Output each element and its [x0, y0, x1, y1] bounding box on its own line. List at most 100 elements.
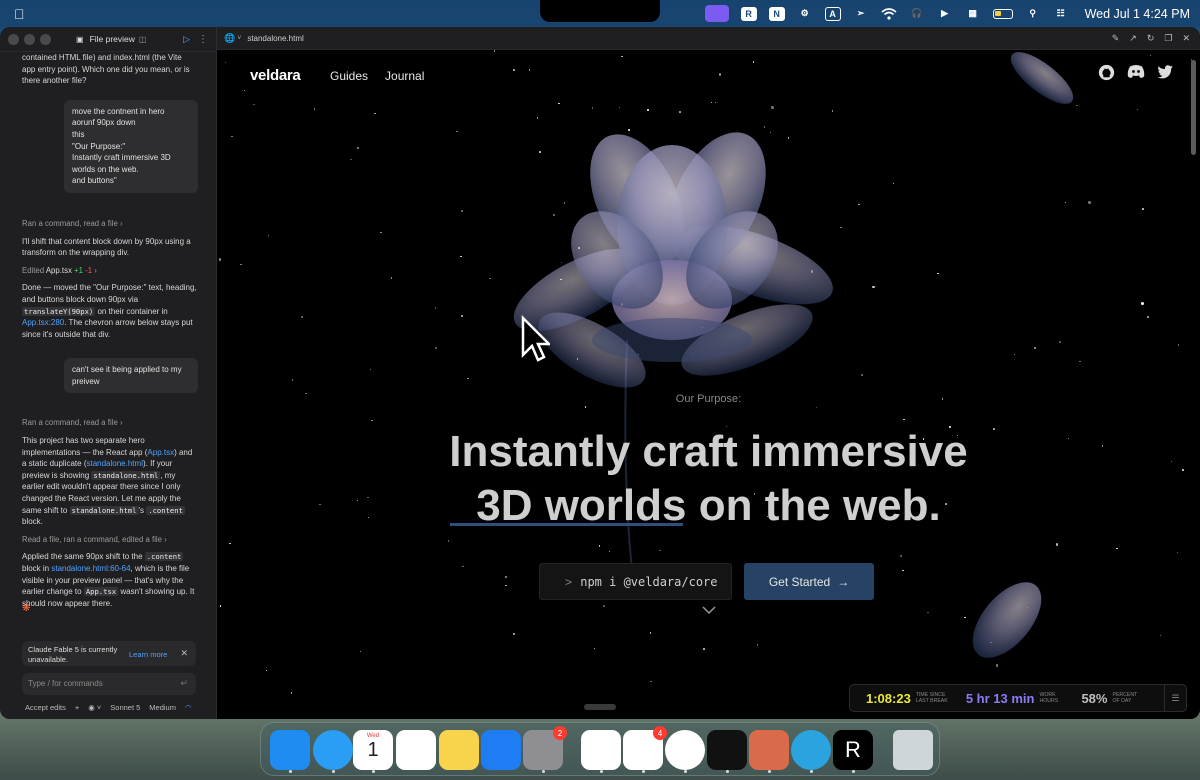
spinner-asterisk-icon: ❋ [22, 603, 31, 614]
menu-bar-clock[interactable]: Wed Jul 1 4:24 PM [1085, 7, 1190, 21]
assistant-message: Done — moved the "Our Purpose:" text, he… [22, 283, 197, 339]
add-button[interactable]: + [75, 703, 79, 712]
command-input[interactable]: Type / for commands ↵ [22, 673, 196, 695]
dock: Wed 1 2 4 R [260, 722, 940, 776]
hero-heading-line-1: Instantly craft immersive [449, 427, 968, 476]
close-icon[interactable]: ✕ [1182, 33, 1190, 44]
duplicate-icon[interactable]: ❐ [1164, 33, 1172, 44]
badge-icon[interactable]: ▦ [965, 7, 981, 21]
wifi-icon[interactable] [881, 7, 897, 21]
learn-more-link[interactable]: Learn more [129, 650, 167, 660]
more-icon[interactable]: ⋮ [198, 34, 208, 45]
control-center-icon[interactable]: ☷ [1053, 7, 1069, 21]
notion-icon[interactable]: 4 [623, 726, 667, 770]
app-store-icon[interactable] [481, 730, 521, 770]
calendar-icon[interactable]: Wed 1 [353, 730, 393, 770]
panel-title: File preview [89, 34, 135, 44]
hamburger-icon[interactable]: ☰ [1164, 685, 1186, 711]
panel-header: ▣ File preview ◫ ▷ ⋮ [0, 27, 216, 52]
resize-handle[interactable] [584, 704, 616, 710]
headphones-icon[interactable]: 🎧 [909, 7, 925, 21]
window-minimize-button[interactable] [24, 33, 35, 45]
file-icon: ▣ [76, 34, 84, 44]
battery-icon[interactable] [992, 8, 1013, 19]
chat-panel: ▣ File preview ◫ ▷ ⋮ contained HTML file… [0, 27, 217, 719]
flower-illustration [513, 52, 1074, 658]
site-logo[interactable]: veldara [250, 67, 301, 84]
stage-manager-icon[interactable] [704, 5, 729, 22]
file-link[interactable]: standalone.html:60-64 [51, 564, 130, 573]
github-icon[interactable] [1098, 64, 1115, 81]
notes-icon[interactable] [439, 730, 479, 770]
tool-summary[interactable]: Ran a command, read a file › [22, 218, 197, 230]
system-settings-icon[interactable]: 2 [523, 726, 567, 770]
percent-of-day-label: PERCENT OF DAY [1112, 692, 1138, 704]
user-message: move the contnent in hero aorunf 90px do… [64, 99, 198, 193]
edit-icon[interactable]: ✎ [1112, 33, 1120, 44]
run-icon[interactable]: ▷ [183, 34, 190, 45]
effort-selector[interactable]: Medium [149, 703, 176, 712]
tool-summary[interactable]: Read a file, ran a command, edited a fil… [22, 534, 197, 546]
file-link[interactable]: standalone.html [86, 459, 142, 468]
apple-icon[interactable]:  [14, 6, 25, 22]
reload-icon[interactable]: ↻ [1147, 33, 1155, 44]
chevron-down-icon[interactable] [697, 604, 721, 618]
trash-icon[interactable] [893, 730, 933, 770]
window-zoom-button[interactable] [40, 33, 51, 45]
enter-icon[interactable]: ↵ [180, 678, 188, 689]
chevron-down-icon[interactable]: ˅ [237, 35, 241, 42]
window-close-button[interactable] [8, 33, 19, 45]
file-link[interactable]: App.tsx:280 [22, 318, 64, 327]
safari-icon[interactable] [313, 730, 353, 770]
chrome-icon[interactable] [665, 730, 705, 770]
edit-summary[interactable]: Edited App.tsx +1 -1 › [22, 265, 197, 277]
accept-edits-toggle[interactable]: Accept edits [25, 703, 66, 712]
menu-bar:  R N ⚙ A ➣ 🎧 ▶ ▦ ⚲ ☷ Wed Jul 1 4:24 PM [0, 0, 1200, 27]
site-nav: Guides Journal [330, 69, 424, 83]
sun-gear-icon[interactable]: ⚙ [797, 7, 813, 21]
social-links [1098, 64, 1174, 81]
get-started-button[interactable]: Get Started → [744, 563, 874, 600]
folder-icon[interactable]: ◫ [139, 35, 147, 44]
unavailable-notice: Claude Fable 5 is currently unavailable.… [22, 641, 196, 666]
model-selector[interactable]: Sonnet 5 [110, 703, 140, 712]
preview-pane: 🌐 ˅ standalone.html ✎ ↗ ↻ ❐ ✕ veldara Gu… [217, 27, 1200, 719]
percent-of-day: 58% [1081, 690, 1108, 706]
nav-journal[interactable]: Journal [385, 69, 424, 83]
figma-icon[interactable] [707, 730, 747, 770]
notion-menu-icon[interactable]: N [768, 6, 785, 21]
composer-footer: Accept edits + ◉ ˅ Sonnet 5 Medium ◠ [25, 703, 195, 712]
time-since-break: 1:08:23 [866, 690, 911, 706]
assistant-message: contained HTML file) and index.html (the… [22, 53, 190, 86]
input-source-icon[interactable]: A [824, 6, 841, 21]
url-field[interactable]: standalone.html [247, 34, 303, 43]
search-icon[interactable]: ⚲ [1025, 7, 1041, 21]
mic-icon[interactable]: ◉ ˅ [88, 703, 101, 712]
close-icon[interactable]: ✕ [180, 648, 188, 658]
install-command: npm i @veldara/core [580, 574, 718, 589]
nav-guides[interactable]: Guides [330, 69, 368, 83]
loading-icon: ◠ [184, 703, 192, 712]
claude-icon[interactable] [749, 730, 789, 770]
menu-bar-tray: R N ⚙ A ➣ 🎧 ▶ ▦ ⚲ ☷ Wed Jul 1 4:24 PM [704, 0, 1190, 27]
eyebrow-text: Our Purpose: [675, 393, 742, 405]
twitter-icon[interactable] [1157, 64, 1174, 79]
tool-summary[interactable]: Ran a command, read a file › [22, 417, 197, 429]
notice-text: Claude Fable 5 is currently unavailable. [28, 645, 118, 664]
r-app-icon[interactable]: R [833, 730, 873, 770]
vo-app-icon[interactable] [581, 730, 621, 770]
finder-icon[interactable] [270, 730, 310, 770]
install-command-box[interactable]: > npm i @veldara/core [539, 563, 732, 600]
open-external-icon[interactable]: ↗ [1129, 33, 1137, 44]
scrollbar[interactable] [1191, 60, 1196, 155]
r-menu-icon[interactable]: R [740, 6, 757, 21]
reminders-icon[interactable] [396, 730, 436, 770]
play-icon[interactable]: ▶ [937, 7, 953, 21]
globe-icon[interactable]: 🌐 [224, 33, 235, 44]
break-timer-widget: 1:08:23 TIME SINCE LAST BREAK 5 hr 13 mi… [849, 684, 1187, 712]
pointer-icon[interactable]: ➣ [853, 7, 869, 21]
browser-tools: ✎ ↗ ↻ ❐ ✕ [1112, 33, 1190, 44]
file-link[interactable]: App.tsx [147, 448, 174, 457]
discord-icon[interactable] [1127, 64, 1145, 79]
telegram-icon[interactable] [791, 730, 831, 770]
